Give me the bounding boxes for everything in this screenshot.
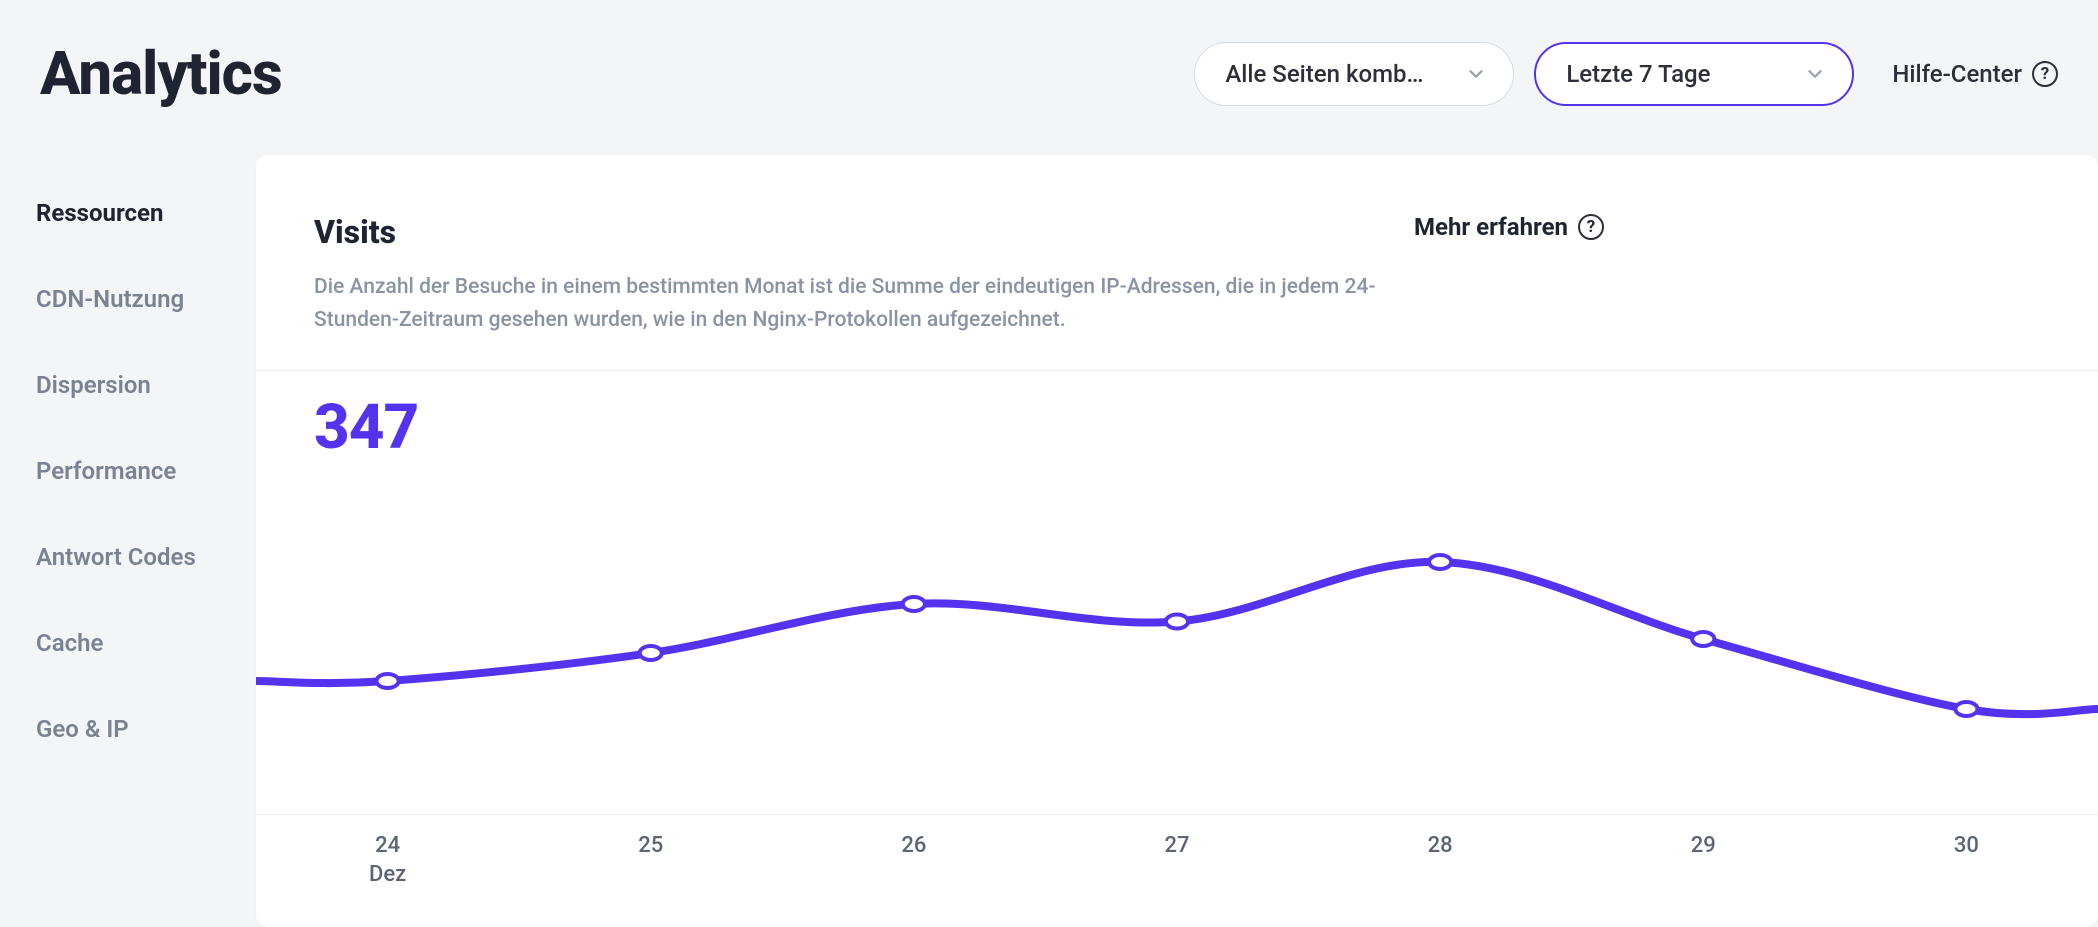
x-tick: 26 bbox=[782, 833, 1045, 887]
chevron-down-icon bbox=[1804, 63, 1826, 85]
chart-description: Die Anzahl der Besuche in einem bestimmt… bbox=[314, 271, 1414, 336]
sidebar-item-performance[interactable]: Performance bbox=[36, 441, 256, 501]
x-tick: 27 bbox=[1045, 833, 1308, 887]
question-icon: ? bbox=[2032, 61, 2058, 87]
x-tick: 29 bbox=[1572, 833, 1835, 887]
help-center-link[interactable]: Hilfe-Center ? bbox=[1874, 60, 2058, 88]
x-tick-label: 25 bbox=[638, 833, 663, 858]
sidebar-item-geo-ip[interactable]: Geo & IP bbox=[36, 699, 256, 759]
card-head-left: Visits Die Anzahl der Besuche in einem b… bbox=[314, 213, 1414, 336]
pages-filter-label: Alle Seiten komb… bbox=[1225, 60, 1447, 88]
chart-title: Visits bbox=[314, 213, 1414, 251]
sidebar: Ressourcen CDN-Nutzung Dispersion Perfor… bbox=[36, 155, 256, 927]
x-tick-label: 26 bbox=[901, 833, 926, 858]
chevron-down-icon bbox=[1465, 63, 1487, 85]
header: Analytics Alle Seiten komb… Letzte 7 Tag… bbox=[0, 0, 2098, 109]
metric-value: 347 bbox=[314, 371, 2040, 464]
x-tick-label: 30 bbox=[1954, 833, 1979, 858]
chart-svg bbox=[256, 464, 2098, 814]
visits-chart bbox=[256, 464, 2098, 814]
page-title: Analytics bbox=[40, 38, 282, 109]
x-tick-label: 24 bbox=[375, 833, 400, 858]
help-center-label: Hilfe-Center bbox=[1892, 60, 2022, 88]
sidebar-item-cache[interactable]: Cache bbox=[36, 613, 256, 673]
question-icon: ? bbox=[1578, 214, 1604, 240]
sidebar-item-antwort-codes[interactable]: Antwort Codes bbox=[36, 527, 256, 587]
layout: Ressourcen CDN-Nutzung Dispersion Perfor… bbox=[0, 155, 2098, 927]
x-tick-month: Dez bbox=[256, 862, 519, 887]
x-tick: 25 bbox=[519, 833, 782, 887]
date-range-dropdown[interactable]: Letzte 7 Tage bbox=[1534, 42, 1854, 106]
x-tick-label: 28 bbox=[1428, 833, 1453, 858]
x-tick: 30 bbox=[1835, 833, 2098, 887]
visits-card: Visits Die Anzahl der Besuche in einem b… bbox=[256, 155, 2098, 927]
x-tick-label: 27 bbox=[1164, 833, 1189, 858]
sidebar-item-ressourcen[interactable]: Ressourcen bbox=[36, 183, 256, 243]
x-tick: 28 bbox=[1309, 833, 1572, 887]
x-tick: 24 Dez bbox=[256, 833, 519, 887]
learn-more-label: Mehr erfahren bbox=[1414, 213, 1568, 241]
x-tick-label: 29 bbox=[1691, 833, 1716, 858]
date-range-label: Letzte 7 Tage bbox=[1566, 60, 1786, 88]
pages-filter-dropdown[interactable]: Alle Seiten komb… bbox=[1194, 42, 1514, 106]
sidebar-item-dispersion[interactable]: Dispersion bbox=[36, 355, 256, 415]
x-axis: 24 Dez 25 26 27 28 29 30 bbox=[256, 814, 2098, 887]
learn-more-link[interactable]: Mehr erfahren ? bbox=[1414, 213, 1604, 241]
card-head: Visits Die Anzahl der Besuche in einem b… bbox=[314, 213, 2040, 336]
sidebar-item-cdn-nutzung[interactable]: CDN-Nutzung bbox=[36, 269, 256, 329]
